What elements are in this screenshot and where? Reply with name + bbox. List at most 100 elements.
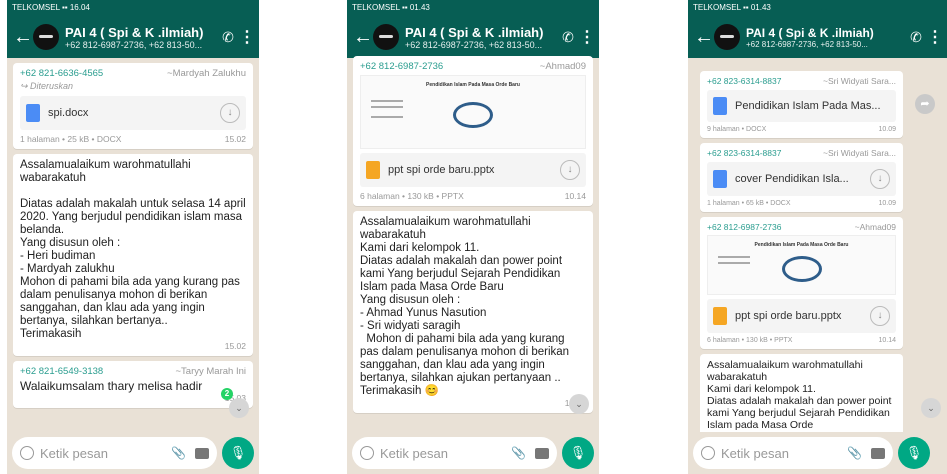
- message-input[interactable]: Ketik pesan 📎: [352, 437, 557, 469]
- back-arrow-icon[interactable]: ←: [13, 26, 33, 49]
- pptx-message[interactable]: +62 812-6987-2736 ~Ahmad09 Pendidikan Isl…: [700, 217, 903, 349]
- more-menu-icon[interactable]: ⋮: [239, 27, 255, 47]
- group-title: PAI 4 ( Spi & K .ilmiah): [65, 24, 204, 40]
- sender-phone[interactable]: +62 812-6987-2736: [707, 222, 781, 232]
- emoji-icon[interactable]: [20, 446, 34, 460]
- group-title: PAI 4 ( Spi & K .ilmiah): [405, 24, 544, 40]
- forwarded-label: ↪ Diteruskan: [20, 81, 74, 91]
- download-icon[interactable]: ↓: [560, 160, 580, 180]
- document-attachment[interactable]: Pendidikan Islam Pada Mas...: [707, 90, 896, 122]
- sender-name: ~Sri Widyati Sara...: [823, 76, 896, 86]
- pptx-message[interactable]: +62 812-6987-2736 ~Ahmad09 Pendidikan Isl…: [353, 56, 593, 206]
- slide-preview[interactable]: Pendidikan Islam Pada Masa Orde Baru: [360, 75, 586, 149]
- input-bar: Ketik pesan 📎 🎙: [688, 432, 935, 474]
- document-message[interactable]: +62 823-6314-8837 ~Sri Widyati Sara... co…: [700, 143, 903, 212]
- sender-phone[interactable]: +62 823-6314-8837: [707, 148, 781, 158]
- document-message[interactable]: +62 821-6636-4565 ~Mardyah Zalukhu ↪ Dite…: [13, 63, 253, 149]
- document-attachment[interactable]: ppt spi orde baru.pptx ↓: [360, 153, 586, 187]
- preview-line: [371, 106, 403, 108]
- sender-name: ~Sri Widyati Sara...: [823, 148, 896, 158]
- camera-icon[interactable]: [871, 447, 885, 459]
- group-avatar[interactable]: [373, 24, 399, 50]
- docx-file-icon: [713, 97, 727, 115]
- scroll-down-icon[interactable]: ⌄: [569, 394, 589, 414]
- scroll-down-icon[interactable]: ⌄: [921, 398, 941, 418]
- group-info[interactable]: PAI 4 ( Spi & K .ilmiah) +62 812-6987-27…: [405, 25, 557, 50]
- chat-header: ← PAI 4 ( Spi & K .ilmiah) +62 812-6987-…: [7, 16, 259, 58]
- input-placeholder: Ketik pesan: [40, 445, 108, 461]
- sender-name: ~Ahmad09: [539, 61, 586, 72]
- group-avatar[interactable]: [714, 24, 740, 50]
- group-members: +62 812-6987-2736, +62 813-50...: [405, 39, 543, 50]
- chat-area: +62 823-6314-8837 ~Sri Widyati Sara... Pe…: [688, 66, 907, 432]
- sender-phone[interactable]: +62 812-6987-2736: [360, 61, 443, 72]
- mic-icon[interactable]: 🎙: [562, 437, 594, 469]
- mic-icon[interactable]: 🎙: [222, 437, 254, 469]
- add-call-icon[interactable]: ✆: [905, 29, 927, 46]
- emoji-icon[interactable]: [360, 446, 374, 460]
- status-text: TELKOMSEL ▪▪ 01.43: [352, 3, 430, 12]
- back-arrow-icon[interactable]: ←: [353, 26, 373, 49]
- group-members: +62 812-6987-2736, +62 813-50...: [65, 39, 203, 50]
- sender-phone[interactable]: +62 823-6314-8837: [707, 76, 781, 86]
- add-call-icon[interactable]: ✆: [217, 29, 239, 46]
- chat-header: ← PAI 4 ( Spi & K .ilmiah) +62 812-6987-…: [688, 16, 947, 58]
- group-members: +62 812-6987-2736, +62 813-50...: [746, 39, 868, 49]
- more-menu-icon[interactable]: ⋮: [579, 27, 595, 47]
- message-time: 10.14: [878, 337, 896, 344]
- document-message[interactable]: +62 823-6314-8837 ~Sri Widyati Sara... Pe…: [700, 71, 903, 138]
- document-attachment[interactable]: spi.docx ↓: [20, 96, 246, 130]
- sender-name: ~Ahmad09: [854, 222, 896, 232]
- input-placeholder: Ketik pesan: [721, 445, 789, 461]
- attach-icon[interactable]: 📎: [847, 446, 862, 460]
- message-text: Walaikumsalam thary melisa hadir: [20, 379, 203, 393]
- message-input[interactable]: Ketik pesan 📎: [12, 437, 217, 469]
- status-text: TELKOMSEL ▪▪ 16.04: [12, 3, 90, 12]
- chat-header: ← PAI 4 ( Spi & K .ilmiah) +62 812-6987-…: [347, 16, 599, 58]
- group-avatar[interactable]: [33, 24, 59, 50]
- unread-badge: 2: [221, 388, 233, 400]
- download-icon[interactable]: ↓: [870, 306, 890, 326]
- message-time: 10.09: [878, 200, 896, 207]
- message-time: 15.02: [224, 341, 246, 351]
- file-name: spi.docx: [48, 107, 89, 119]
- status-bar: TELKOMSEL ▪▪ 01.43: [688, 0, 947, 16]
- group-info[interactable]: PAI 4 ( Spi & K .ilmiah) +62 812-6987-27…: [746, 26, 905, 49]
- message-input[interactable]: Ketik pesan 📎: [693, 437, 893, 469]
- add-call-icon[interactable]: ✆: [557, 29, 579, 46]
- emblem-logo: [781, 256, 822, 282]
- docx-file-icon: [26, 104, 40, 122]
- file-name: cover Pendidikan Isla...: [735, 173, 849, 185]
- group-info[interactable]: PAI 4 ( Spi & K .ilmiah) +62 812-6987-27…: [65, 25, 217, 50]
- reply-message[interactable]: +62 821-6549-3138 ~Taryy Marah Ini Walaik…: [13, 361, 253, 408]
- pptx-file-icon: [366, 161, 380, 179]
- text-message[interactable]: Assalamualaikum warohmatullahi wabarakat…: [700, 354, 903, 432]
- attach-icon[interactable]: 📎: [171, 446, 186, 460]
- file-meta: 1 halaman • 65 kB • DOCX: [707, 200, 791, 207]
- document-attachment[interactable]: ppt spi orde baru.pptx ↓: [707, 299, 896, 333]
- sender-phone[interactable]: +62 821-6549-3138: [20, 366, 103, 377]
- sender-phone[interactable]: +62 821-6636-4565: [20, 68, 103, 79]
- scroll-down-icon[interactable]: ⌄: [229, 398, 249, 418]
- camera-icon[interactable]: [535, 447, 549, 459]
- chat-screen-3: TELKOMSEL ▪▪ 01.43 ← PAI 4 ( Spi & K .il…: [688, 0, 947, 474]
- back-arrow-icon[interactable]: ←: [694, 26, 714, 49]
- download-icon[interactable]: ↓: [870, 169, 890, 189]
- attach-icon[interactable]: 📎: [511, 446, 526, 460]
- mic-icon[interactable]: 🎙: [898, 437, 930, 469]
- text-message[interactable]: Assalamualaikum warohmatullahi wabarakat…: [353, 211, 593, 413]
- text-message[interactable]: Assalamualaikum warohmatullahi wabarakat…: [13, 154, 253, 356]
- message-text: Assalamualaikum warohmatullahi wabarakat…: [360, 216, 570, 397]
- download-icon[interactable]: ↓: [220, 103, 240, 123]
- slide-preview[interactable]: Pendidikan Islam Pada Masa Orde Baru: [707, 235, 896, 295]
- share-icon[interactable]: ➦: [915, 94, 935, 114]
- message-text: Assalamualaikum warohmatullahi wabarakat…: [707, 359, 892, 431]
- sender-name: ~Taryy Marah Ini: [175, 366, 247, 377]
- camera-icon[interactable]: [195, 447, 209, 459]
- file-meta: 6 halaman • 130 kB • PPTX: [360, 191, 464, 201]
- more-menu-icon[interactable]: ⋮: [927, 27, 943, 47]
- emoji-icon[interactable]: [701, 446, 715, 460]
- emblem-logo: [453, 102, 493, 128]
- document-attachment[interactable]: cover Pendidikan Isla... ↓: [707, 162, 896, 196]
- preview-line: [718, 256, 750, 258]
